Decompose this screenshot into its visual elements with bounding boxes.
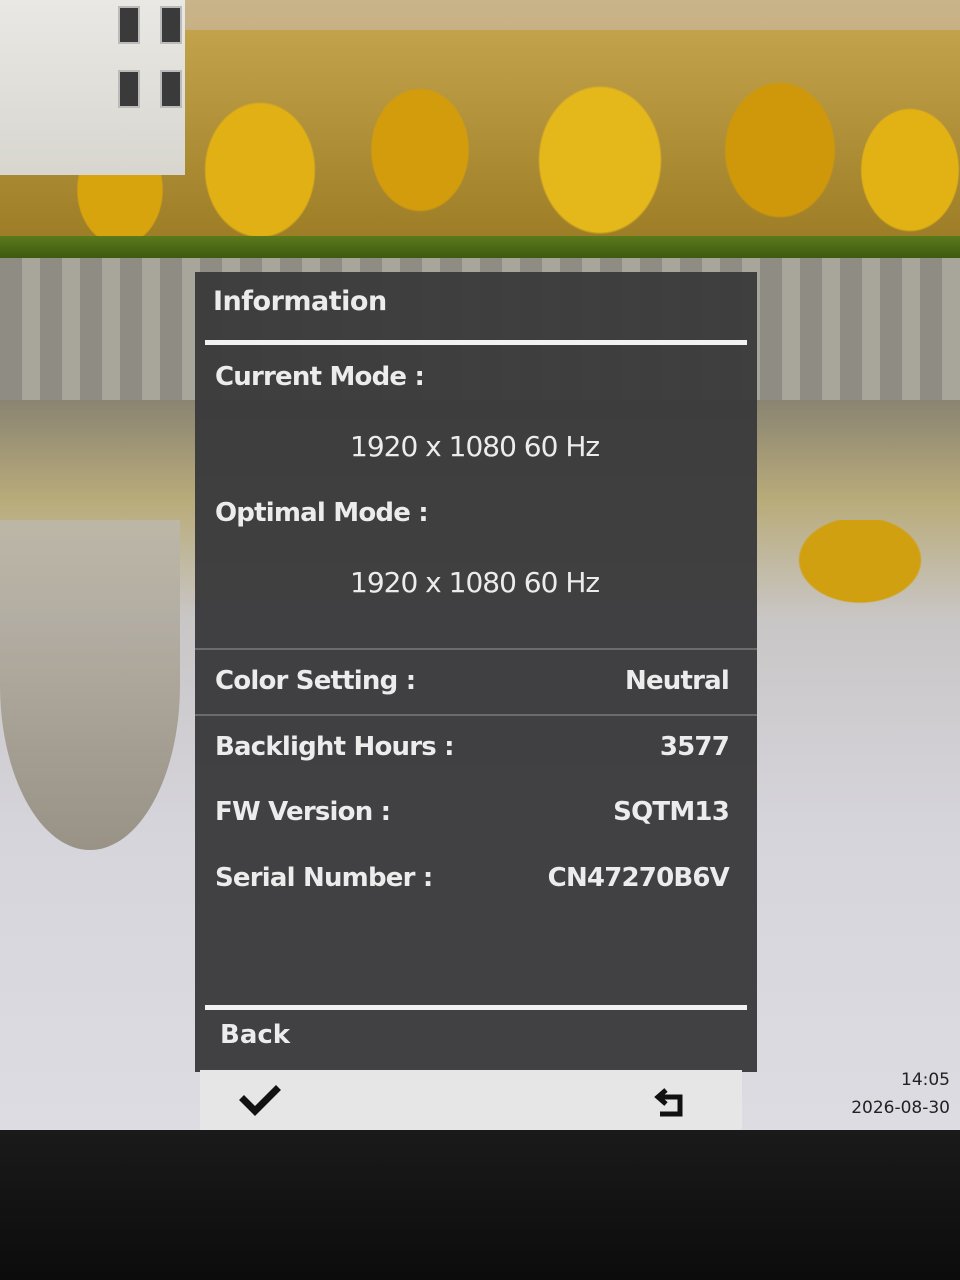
confirm-button[interactable] <box>236 1078 284 1124</box>
osd-information-panel: Information Current Mode : 1920 x 1080 6… <box>195 272 757 1072</box>
wallpaper-tree-reflection <box>760 520 960 660</box>
fw-version-value: SQTM13 <box>613 797 730 827</box>
back-menu-item[interactable]: Back <box>220 1020 290 1050</box>
castle-window <box>160 70 182 108</box>
monitor-bezel <box>0 1130 960 1280</box>
castle-window <box>118 6 140 44</box>
taskbar-clock[interactable]: 14:05 2026-08-30 <box>851 1066 950 1122</box>
clock-date: 2026-08-30 <box>851 1098 950 1118</box>
section-divider <box>195 714 757 716</box>
back-divider <box>205 1005 747 1010</box>
return-arrow-icon <box>654 1088 683 1117</box>
color-setting-value: Neutral <box>624 666 730 696</box>
wallpaper-castle <box>0 0 185 175</box>
current-mode-value: 1920 x 1080 60 Hz <box>350 430 600 463</box>
backlight-hours-label: Backlight Hours : <box>215 732 455 762</box>
fw-version-label: FW Version : <box>215 797 391 827</box>
osd-title: Information <box>213 286 387 317</box>
title-divider <box>205 340 747 345</box>
optimal-mode-value: 1920 x 1080 60 Hz <box>350 566 600 599</box>
castle-window <box>118 70 140 108</box>
wallpaper-castle-reflection <box>0 520 180 850</box>
current-mode-label: Current Mode : <box>215 362 425 392</box>
castle-window <box>160 6 182 44</box>
optimal-mode-label: Optimal Mode : <box>215 498 429 528</box>
osd-button-bar <box>200 1070 742 1132</box>
clock-time: 14:05 <box>901 1070 950 1090</box>
color-setting-label: Color Setting : <box>215 666 416 696</box>
checkmark-icon <box>239 1085 281 1116</box>
serial-number-label: Serial Number : <box>215 863 433 893</box>
serial-number-value: CN47270B6V <box>547 863 730 893</box>
wallpaper-hedge <box>0 236 960 258</box>
return-button[interactable] <box>648 1078 696 1124</box>
backlight-hours-value: 3577 <box>659 732 730 762</box>
section-divider <box>195 648 757 650</box>
